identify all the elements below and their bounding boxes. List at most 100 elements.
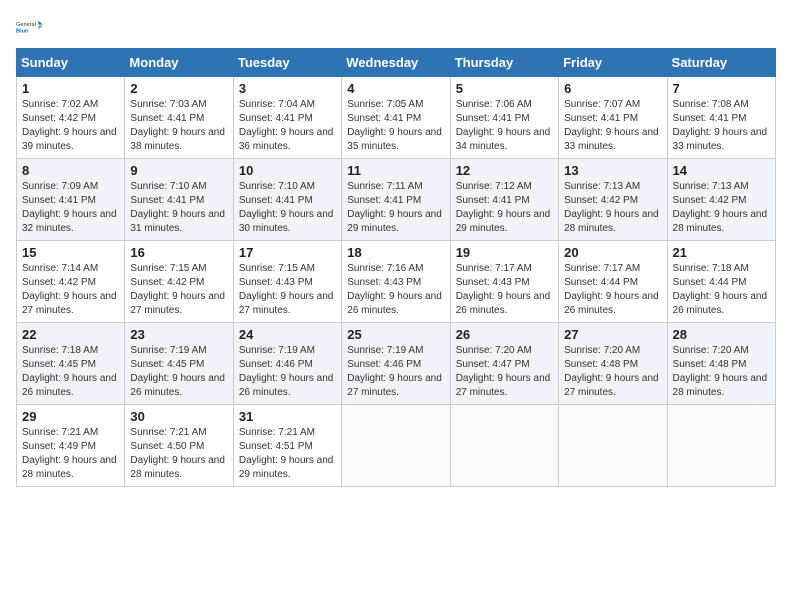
day-number: 28 — [673, 327, 770, 342]
calendar-cell: 17 Sunrise: 7:15 AM Sunset: 4:43 PM Dayl… — [233, 241, 341, 323]
daylight-label: Daylight: 9 hours and 34 minutes. — [456, 127, 551, 152]
daylight-label: Daylight: 9 hours and 27 minutes. — [239, 291, 334, 316]
calendar-cell: 8 Sunrise: 7:09 AM Sunset: 4:41 PM Dayli… — [17, 159, 125, 241]
calendar-cell — [342, 405, 450, 487]
calendar-cell: 24 Sunrise: 7:19 AM Sunset: 4:46 PM Dayl… — [233, 323, 341, 405]
day-info: Sunrise: 7:09 AM Sunset: 4:41 PM Dayligh… — [22, 180, 119, 236]
calendar-cell: 6 Sunrise: 7:07 AM Sunset: 4:41 PM Dayli… — [559, 77, 667, 159]
daylight-label: Daylight: 9 hours and 27 minutes. — [347, 373, 442, 398]
daylight-label: Daylight: 9 hours and 29 minutes. — [456, 209, 551, 234]
sunset-label: Sunset: 4:42 PM — [22, 277, 96, 288]
calendar-week-4: 22 Sunrise: 7:18 AM Sunset: 4:45 PM Dayl… — [17, 323, 776, 405]
calendar-cell: 4 Sunrise: 7:05 AM Sunset: 4:41 PM Dayli… — [342, 77, 450, 159]
day-number: 9 — [130, 163, 227, 178]
day-number: 30 — [130, 409, 227, 424]
sunrise-label: Sunrise: 7:19 AM — [239, 345, 315, 356]
day-number: 26 — [456, 327, 553, 342]
sunset-label: Sunset: 4:48 PM — [564, 359, 638, 370]
day-number: 15 — [22, 245, 119, 260]
sunrise-label: Sunrise: 7:06 AM — [456, 99, 532, 110]
day-info: Sunrise: 7:05 AM Sunset: 4:41 PM Dayligh… — [347, 98, 444, 154]
daylight-label: Daylight: 9 hours and 32 minutes. — [22, 209, 117, 234]
logo-icon: GeneralBlue — [16, 16, 44, 38]
calendar-cell: 12 Sunrise: 7:12 AM Sunset: 4:41 PM Dayl… — [450, 159, 558, 241]
sunset-label: Sunset: 4:44 PM — [673, 277, 747, 288]
daylight-label: Daylight: 9 hours and 29 minutes. — [239, 455, 334, 480]
day-info: Sunrise: 7:20 AM Sunset: 4:48 PM Dayligh… — [673, 344, 770, 400]
daylight-label: Daylight: 9 hours and 27 minutes. — [130, 291, 225, 316]
sunrise-label: Sunrise: 7:02 AM — [22, 99, 98, 110]
sunrise-label: Sunrise: 7:11 AM — [347, 181, 422, 192]
calendar-cell: 18 Sunrise: 7:16 AM Sunset: 4:43 PM Dayl… — [342, 241, 450, 323]
day-info: Sunrise: 7:19 AM Sunset: 4:45 PM Dayligh… — [130, 344, 227, 400]
sunrise-label: Sunrise: 7:20 AM — [564, 345, 640, 356]
day-number: 12 — [456, 163, 553, 178]
calendar-cell: 10 Sunrise: 7:10 AM Sunset: 4:41 PM Dayl… — [233, 159, 341, 241]
day-number: 13 — [564, 163, 661, 178]
sunset-label: Sunset: 4:42 PM — [130, 277, 204, 288]
daylight-label: Daylight: 9 hours and 27 minutes. — [456, 373, 551, 398]
daylight-label: Daylight: 9 hours and 36 minutes. — [239, 127, 334, 152]
sunset-label: Sunset: 4:46 PM — [239, 359, 313, 370]
daylight-label: Daylight: 9 hours and 38 minutes. — [130, 127, 225, 152]
day-of-week-tuesday: Tuesday — [233, 49, 341, 77]
calendar-week-1: 1 Sunrise: 7:02 AM Sunset: 4:42 PM Dayli… — [17, 77, 776, 159]
day-number: 5 — [456, 81, 553, 96]
calendar-cell: 7 Sunrise: 7:08 AM Sunset: 4:41 PM Dayli… — [667, 77, 775, 159]
calendar-week-5: 29 Sunrise: 7:21 AM Sunset: 4:49 PM Dayl… — [17, 405, 776, 487]
day-info: Sunrise: 7:16 AM Sunset: 4:43 PM Dayligh… — [347, 262, 444, 318]
day-of-week-sunday: Sunday — [17, 49, 125, 77]
sunrise-label: Sunrise: 7:18 AM — [22, 345, 98, 356]
calendar-table: SundayMondayTuesdayWednesdayThursdayFrid… — [16, 48, 776, 487]
day-number: 19 — [456, 245, 553, 260]
day-info: Sunrise: 7:20 AM Sunset: 4:48 PM Dayligh… — [564, 344, 661, 400]
calendar-cell: 30 Sunrise: 7:21 AM Sunset: 4:50 PM Dayl… — [125, 405, 233, 487]
day-info: Sunrise: 7:02 AM Sunset: 4:42 PM Dayligh… — [22, 98, 119, 154]
day-number: 18 — [347, 245, 444, 260]
day-info: Sunrise: 7:21 AM Sunset: 4:51 PM Dayligh… — [239, 426, 336, 482]
sunrise-label: Sunrise: 7:19 AM — [347, 345, 423, 356]
sunset-label: Sunset: 4:51 PM — [239, 441, 313, 452]
sunset-label: Sunset: 4:41 PM — [673, 113, 747, 124]
calendar-cell — [450, 405, 558, 487]
day-number: 6 — [564, 81, 661, 96]
daylight-label: Daylight: 9 hours and 33 minutes. — [564, 127, 659, 152]
day-info: Sunrise: 7:20 AM Sunset: 4:47 PM Dayligh… — [456, 344, 553, 400]
calendar-cell: 27 Sunrise: 7:20 AM Sunset: 4:48 PM Dayl… — [559, 323, 667, 405]
sunrise-label: Sunrise: 7:20 AM — [456, 345, 532, 356]
calendar-cell — [559, 405, 667, 487]
sunrise-label: Sunrise: 7:18 AM — [673, 263, 749, 274]
day-info: Sunrise: 7:14 AM Sunset: 4:42 PM Dayligh… — [22, 262, 119, 318]
calendar-cell: 9 Sunrise: 7:10 AM Sunset: 4:41 PM Dayli… — [125, 159, 233, 241]
day-number: 3 — [239, 81, 336, 96]
day-info: Sunrise: 7:21 AM Sunset: 4:49 PM Dayligh… — [22, 426, 119, 482]
day-number: 24 — [239, 327, 336, 342]
day-info: Sunrise: 7:19 AM Sunset: 4:46 PM Dayligh… — [239, 344, 336, 400]
sunrise-label: Sunrise: 7:08 AM — [673, 99, 749, 110]
daylight-label: Daylight: 9 hours and 33 minutes. — [673, 127, 768, 152]
calendar-cell: 25 Sunrise: 7:19 AM Sunset: 4:46 PM Dayl… — [342, 323, 450, 405]
day-info: Sunrise: 7:08 AM Sunset: 4:41 PM Dayligh… — [673, 98, 770, 154]
calendar-header-row: SundayMondayTuesdayWednesdayThursdayFrid… — [17, 49, 776, 77]
day-number: 21 — [673, 245, 770, 260]
daylight-label: Daylight: 9 hours and 27 minutes. — [564, 373, 659, 398]
calendar-cell: 21 Sunrise: 7:18 AM Sunset: 4:44 PM Dayl… — [667, 241, 775, 323]
sunrise-label: Sunrise: 7:21 AM — [22, 427, 98, 438]
calendar-week-2: 8 Sunrise: 7:09 AM Sunset: 4:41 PM Dayli… — [17, 159, 776, 241]
day-info: Sunrise: 7:04 AM Sunset: 4:41 PM Dayligh… — [239, 98, 336, 154]
sunset-label: Sunset: 4:41 PM — [239, 113, 313, 124]
svg-text:General: General — [16, 22, 36, 28]
daylight-label: Daylight: 9 hours and 26 minutes. — [564, 291, 659, 316]
day-info: Sunrise: 7:12 AM Sunset: 4:41 PM Dayligh… — [456, 180, 553, 236]
sunset-label: Sunset: 4:43 PM — [456, 277, 530, 288]
day-number: 20 — [564, 245, 661, 260]
day-info: Sunrise: 7:18 AM Sunset: 4:44 PM Dayligh… — [673, 262, 770, 318]
sunrise-label: Sunrise: 7:03 AM — [130, 99, 206, 110]
logo: GeneralBlue — [16, 16, 44, 38]
calendar-cell — [667, 405, 775, 487]
daylight-label: Daylight: 9 hours and 26 minutes. — [456, 291, 551, 316]
sunrise-label: Sunrise: 7:21 AM — [239, 427, 315, 438]
calendar-cell: 19 Sunrise: 7:17 AM Sunset: 4:43 PM Dayl… — [450, 241, 558, 323]
page-header: GeneralBlue — [16, 16, 776, 38]
daylight-label: Daylight: 9 hours and 26 minutes. — [347, 291, 442, 316]
